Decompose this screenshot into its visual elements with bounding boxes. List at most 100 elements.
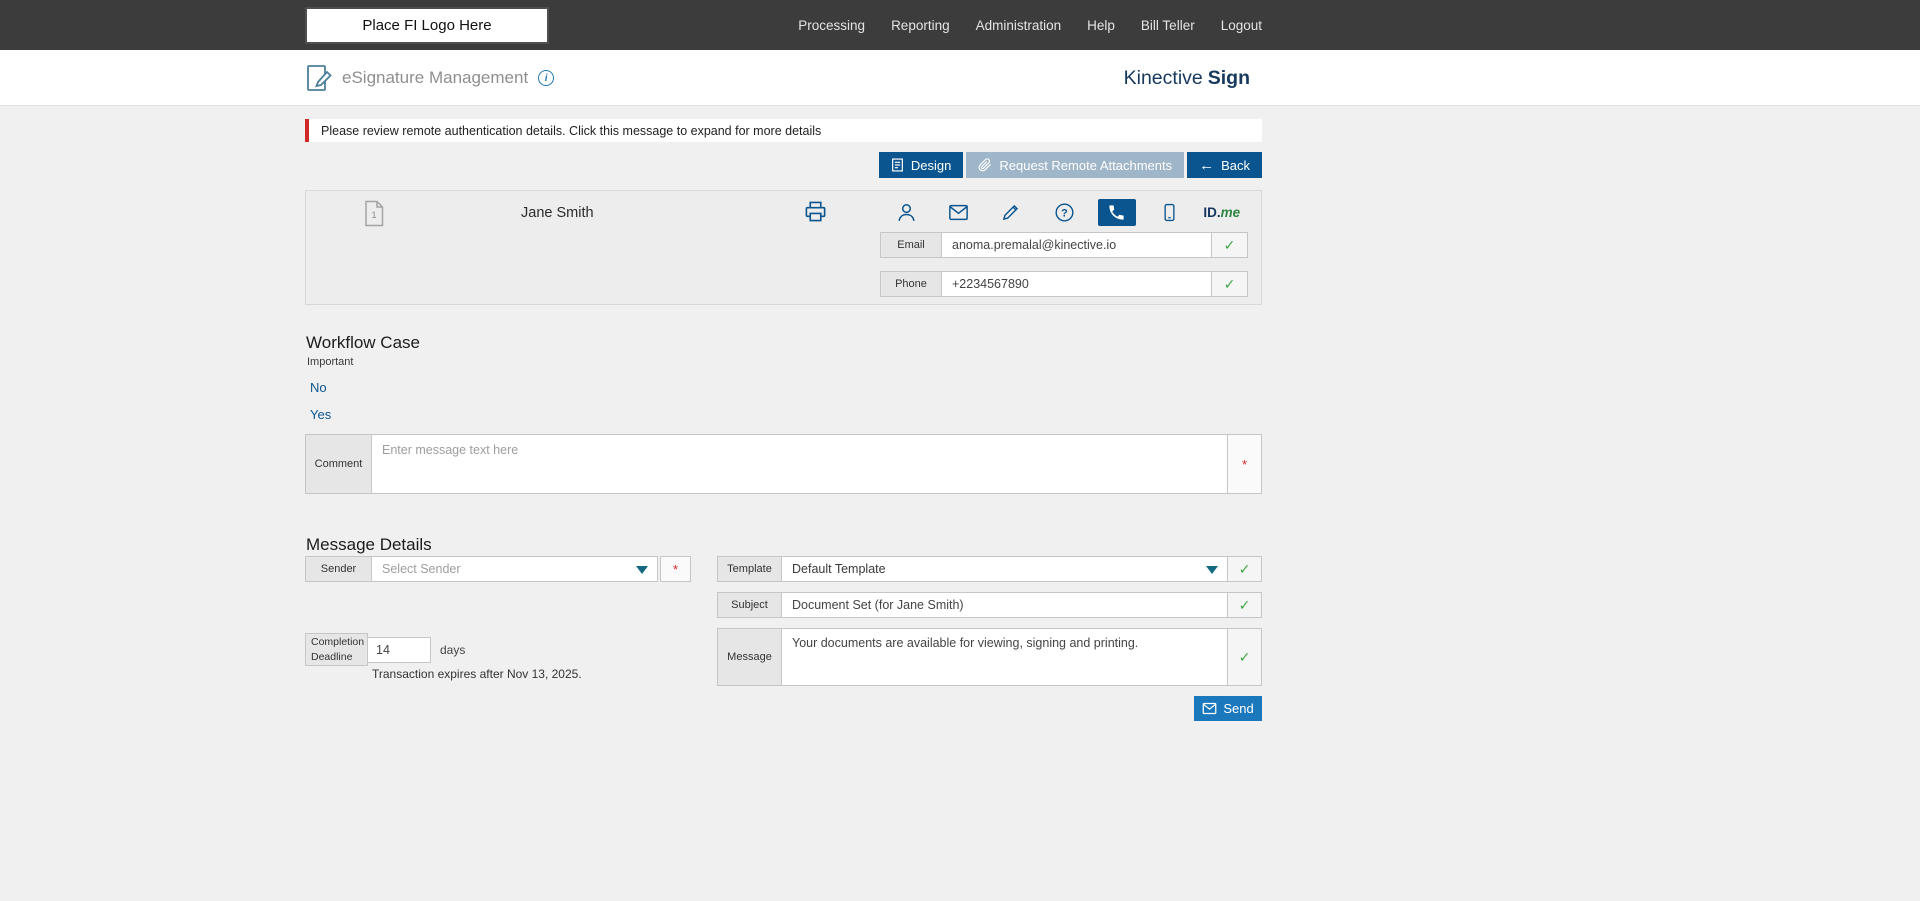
auth-method-idme: ID.me: [1195, 198, 1248, 226]
subject-label: Subject: [717, 592, 782, 618]
document-count-badge: 1: [362, 210, 386, 220]
option-no[interactable]: No: [310, 380, 327, 395]
brand-kinective-text: Kinective: [1124, 67, 1203, 90]
fi-logo-text: Place FI Logo Here: [362, 17, 491, 34]
auth-sms-button[interactable]: [1150, 199, 1188, 226]
fi-logo-placeholder: Place FI Logo Here: [305, 7, 549, 44]
phone-field-label: Phone: [880, 271, 942, 297]
option-yes[interactable]: Yes: [310, 407, 331, 422]
brand-logo: Kinective Sign: [1124, 50, 1250, 106]
important-label: Important: [307, 356, 353, 368]
comment-required-asterisk: *: [1228, 434, 1262, 494]
auth-method-user: [880, 198, 933, 226]
alert-banner-text: Please review remote authentication deta…: [321, 124, 821, 138]
auth-idme-button[interactable]: ID.me: [1203, 199, 1241, 226]
message-details-title: Message Details: [306, 535, 432, 555]
request-remote-attachments-button[interactable]: Request Remote Attachments: [966, 152, 1184, 178]
sender-select[interactable]: Select Sender: [372, 556, 658, 582]
printer-icon: [804, 200, 827, 223]
nav-help[interactable]: Help: [1087, 18, 1115, 33]
message-textarea[interactable]: Your documents are available for viewing…: [782, 628, 1228, 686]
design-button-label: Design: [911, 158, 951, 173]
brand-sign-text: Sign: [1208, 67, 1250, 90]
send-button-label: Send: [1223, 701, 1253, 716]
completion-deadline-row: Completion Deadline days: [305, 633, 465, 666]
phone-valid-check-icon: ✓: [1212, 271, 1248, 297]
auth-email-button[interactable]: [940, 199, 978, 226]
auth-method-email: [933, 198, 986, 226]
header-title-group: eSignature Management i: [306, 50, 554, 106]
expiry-note: Transaction expires after Nov 13, 2025.: [372, 667, 582, 681]
recipient-name: Jane Smith: [521, 205, 594, 221]
message-label: Message: [717, 628, 782, 686]
svg-text:?: ?: [1061, 207, 1068, 219]
send-envelope-icon: [1202, 702, 1217, 715]
email-input[interactable]: [942, 232, 1212, 258]
top-navigation: Processing Reporting Administration Help…: [798, 0, 1262, 50]
template-valid-check-icon: ✓: [1228, 556, 1262, 582]
esignature-management-page: Place FI Logo Here Processing Reporting …: [0, 0, 1920, 901]
request-button-label: Request Remote Attachments: [999, 158, 1172, 173]
days-unit-label: days: [440, 643, 465, 657]
email-field-row: Email ✓: [880, 232, 1248, 258]
completion-deadline-input[interactable]: [368, 637, 431, 663]
paperclip-icon: [978, 158, 992, 172]
alert-banner[interactable]: Please review remote authentication deta…: [305, 119, 1262, 142]
sender-label: Sender: [305, 556, 372, 582]
app-header: eSignature Management i Kinective Sign: [0, 50, 1920, 106]
chevron-down-icon: [1206, 566, 1218, 574]
main-container: Please review remote authentication deta…: [305, 106, 1262, 901]
phone-icon: [1107, 203, 1126, 222]
sender-field-row: Sender Select Sender *: [305, 556, 691, 582]
auth-question-button[interactable]: ?: [1045, 199, 1083, 226]
nav-logout[interactable]: Logout: [1221, 18, 1262, 33]
page-title: eSignature Management: [342, 68, 528, 88]
completion-deadline-label: Completion Deadline: [305, 633, 368, 666]
content-area: Please review remote authentication deta…: [0, 106, 1920, 901]
auth-method-sms: [1143, 198, 1196, 226]
sender-required-asterisk: *: [660, 556, 691, 582]
auth-signature-button[interactable]: [992, 199, 1030, 226]
auth-method-toolbar: ?: [880, 198, 1248, 226]
print-button[interactable]: [804, 200, 827, 223]
back-button-label: Back: [1221, 158, 1250, 173]
subject-field-row: Subject ✓: [717, 592, 1262, 618]
template-select[interactable]: Default Template: [782, 556, 1228, 582]
phone-input[interactable]: [942, 271, 1212, 297]
auth-phone-button-selected[interactable]: [1098, 199, 1136, 226]
idme-me-text: me: [1221, 205, 1241, 220]
nav-reporting[interactable]: Reporting: [891, 18, 950, 33]
workflow-case-title: Workflow Case: [306, 333, 420, 353]
chevron-down-icon: [636, 566, 648, 574]
template-select-value: Default Template: [792, 562, 886, 576]
back-button[interactable]: ← Back: [1187, 152, 1262, 178]
nav-administration[interactable]: Administration: [976, 18, 1062, 33]
question-badge-icon: ?: [1054, 202, 1075, 223]
document-count-icon: 1: [362, 200, 386, 227]
recipient-card: 1 Jane Smith: [305, 190, 1262, 305]
top-bar: Place FI Logo Here Processing Reporting …: [0, 0, 1920, 50]
message-field-row: Message Your documents are available for…: [717, 628, 1262, 686]
template-field-row: Template Default Template ✓: [717, 556, 1262, 582]
info-icon[interactable]: i: [538, 70, 554, 86]
auth-user-button[interactable]: [887, 199, 925, 226]
action-toolbar: Design Request Remote Attachments ← Back: [879, 152, 1262, 178]
envelope-icon: [948, 203, 969, 222]
subject-input[interactable]: [782, 592, 1228, 618]
comment-field-row: Comment *: [305, 434, 1262, 494]
nav-user-bill-teller[interactable]: Bill Teller: [1141, 18, 1195, 33]
send-button[interactable]: Send: [1194, 696, 1262, 721]
email-valid-check-icon: ✓: [1212, 232, 1248, 258]
design-button[interactable]: Design: [879, 152, 963, 178]
pen-icon: [1001, 202, 1021, 222]
message-valid-check-icon: ✓: [1228, 628, 1262, 686]
email-field-label: Email: [880, 232, 942, 258]
idme-id-text: ID.: [1203, 205, 1220, 220]
template-label: Template: [717, 556, 782, 582]
user-icon: [896, 202, 917, 223]
document-icon: [891, 158, 904, 172]
esign-document-pen-icon: [306, 63, 332, 93]
comment-textarea[interactable]: [372, 434, 1228, 494]
mobile-sms-icon: [1160, 202, 1179, 223]
nav-processing[interactable]: Processing: [798, 18, 865, 33]
